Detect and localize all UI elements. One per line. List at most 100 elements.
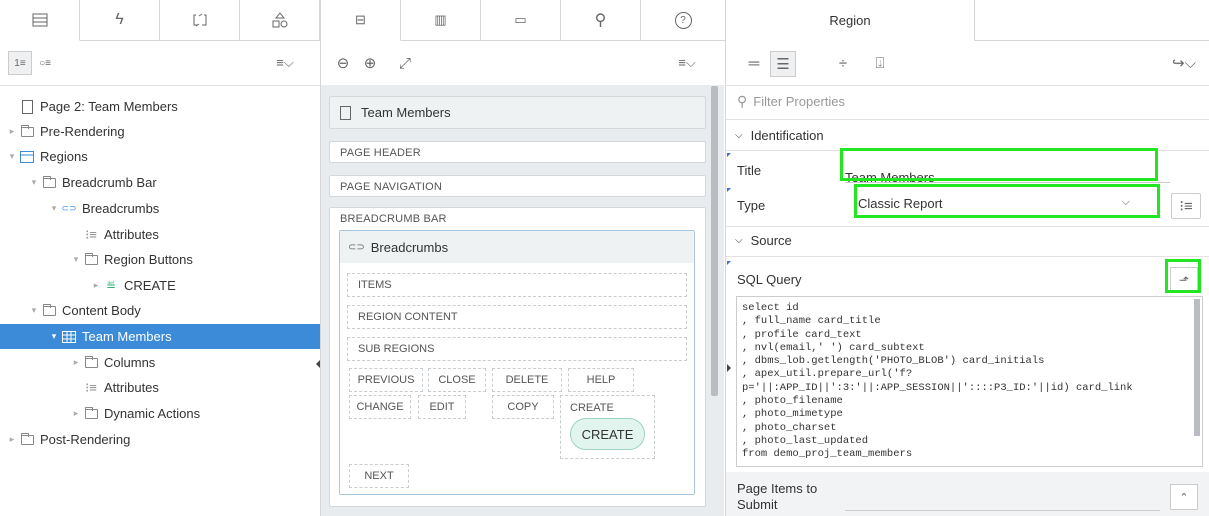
tree-view-button[interactable]: 1≡ [8, 51, 32, 75]
collapse-all-icon: ÷ [838, 54, 848, 72]
shared-components-tab[interactable] [240, 0, 320, 41]
caret-down-icon[interactable]: ▾ [48, 331, 60, 342]
help-position[interactable]: HELP [568, 368, 634, 392]
dynamic-actions-tab[interactable]: ϟ [80, 0, 160, 41]
sql-query-editor[interactable]: select id, full_name card_title, profile… [736, 296, 1203, 467]
code-editor-highlight [1165, 259, 1201, 293]
caret-right-icon[interactable]: ▸ [6, 434, 18, 445]
sql-scrollbar[interactable] [1194, 299, 1200, 436]
rendering-icon [32, 13, 47, 27]
processing-tab[interactable] [160, 0, 240, 41]
sql-line: , full_name card_title [742, 315, 881, 328]
caret-down-icon[interactable]: ▾ [48, 203, 60, 214]
center-menu-button[interactable]: ≡⌵ [670, 53, 704, 73]
collapse-all-button[interactable]: ÷ [833, 53, 853, 73]
caret-down-icon[interactable]: ▾ [28, 177, 40, 188]
change-position[interactable]: CHANGE [349, 395, 411, 419]
caret-down-icon[interactable]: ▾ [6, 151, 18, 162]
component-view-button[interactable]: ○≡ [34, 52, 56, 74]
zoom-in-button[interactable]: ⊕ [360, 53, 380, 73]
sql-line: , dbms_lob.getlength('PHOTO_BLOB') card_… [742, 355, 1045, 368]
create-position[interactable]: CREATE CREATE [560, 395, 655, 459]
tree-pre-rendering[interactable]: ▸ Pre-Rendering [0, 119, 320, 144]
page-title-region[interactable]: Team Members [329, 96, 706, 129]
collapse-left-handle[interactable] [316, 360, 320, 368]
region-tab[interactable]: Region [726, 0, 975, 41]
sql-line: , nvl(email,' ') card_subtext [742, 341, 925, 354]
grid-layout-icon: ⊟ [355, 12, 366, 27]
caret-right-icon[interactable]: ▸ [70, 357, 82, 368]
close-label: CLOSE [438, 374, 476, 386]
show-all-button[interactable]: ☰ [770, 51, 796, 77]
tree-label: CREATE [124, 278, 176, 293]
title-highlight [840, 148, 1158, 181]
copy-position[interactable]: COPY [492, 395, 554, 419]
previous-position[interactable]: PREVIOUS [349, 368, 423, 392]
caret-right-icon[interactable]: ▸ [70, 408, 82, 419]
filter-placeholder: Filter Properties [753, 94, 846, 109]
sub-regions-position[interactable]: SUB REGIONS [347, 337, 687, 361]
expand-all-button[interactable]: ⍗ [870, 53, 890, 73]
caret-down-icon[interactable]: ▾ [70, 254, 82, 265]
sub-regions-label: SUB REGIONS [358, 343, 435, 355]
breadcrumb-icon: ⊂⊃ [348, 241, 365, 253]
go-to-group-button[interactable]: ↪⌵ [1168, 53, 1200, 73]
tree-team-members[interactable]: ▾ Team Members [0, 324, 320, 349]
tree-regions[interactable]: ▾ Regions [0, 144, 320, 169]
component-gallery-tab[interactable]: ▥ [401, 0, 481, 41]
tree-label: Columns [104, 355, 156, 370]
tree-create-button[interactable]: ▸ ≝ CREATE [0, 273, 320, 298]
tree-breadcrumbs[interactable]: ▾ ⊂⊃ Breadcrumbs [0, 196, 320, 221]
folder-open-icon [40, 303, 58, 316]
zoom-out-button[interactable]: ⊖ [333, 53, 353, 73]
collapse-right-handle[interactable] [727, 364, 731, 372]
page-items-label-1: Page Items to [737, 481, 818, 496]
next-position[interactable]: NEXT [349, 464, 409, 488]
go-to-group-icon: ↪⌵ [1172, 55, 1196, 72]
tree-breadcrumb-bar[interactable]: ▾ Breadcrumb Bar [0, 170, 320, 195]
expand-all-icon: ⍗ [875, 54, 885, 72]
show-common-button[interactable]: ═ [744, 53, 764, 73]
help-tab[interactable]: ? [641, 0, 726, 41]
source-group-header[interactable]: ⌵ Source [735, 233, 792, 248]
layout-scrollbar[interactable] [711, 86, 718, 396]
type-list-button[interactable]: ⁝≡ [1171, 193, 1201, 219]
copy-label: COPY [507, 401, 539, 413]
edit-position[interactable]: EDIT [418, 395, 466, 419]
tree-post-rendering[interactable]: ▸ Post-Rendering [0, 427, 320, 452]
items-position[interactable]: ITEMS [347, 273, 687, 297]
left-menu-button[interactable]: ≡⌵ [268, 52, 302, 74]
page-header-position[interactable]: PAGE HEADER [329, 141, 706, 163]
page-items-input[interactable] [845, 510, 1160, 511]
close-position[interactable]: CLOSE [428, 368, 486, 392]
filter-properties-input[interactable]: ⚲ Filter Properties [737, 93, 845, 110]
rendering-tab[interactable] [0, 0, 80, 41]
page-items-picker-button[interactable]: ⌃ [1170, 484, 1198, 510]
source-label: Source [750, 233, 792, 248]
caret-down-icon[interactable]: ▾ [28, 305, 40, 316]
tree-breadcrumbs-attributes[interactable]: ⁝≡ Attributes [0, 222, 320, 247]
attributes-icon: ⁝≡ [85, 226, 97, 242]
messages-tab[interactable]: ▭ [481, 0, 561, 41]
identification-group-header[interactable]: ⌵ Identification [735, 128, 824, 143]
caret-right-icon[interactable]: ▸ [90, 280, 102, 291]
expand-button[interactable]: ⤢ [395, 53, 415, 73]
tree-page[interactable]: Page 2: Team Members [0, 94, 320, 119]
shared-components-icon [272, 12, 287, 28]
search-tab[interactable]: ⚲ [561, 0, 641, 41]
page-navigation-position[interactable]: PAGE NAVIGATION [329, 175, 706, 197]
tree-content-body[interactable]: ▾ Content Body [0, 298, 320, 323]
sql-line: , profile card_text [742, 328, 862, 341]
tree-dynamic-actions[interactable]: ▸ Dynamic Actions [0, 401, 320, 426]
delete-position[interactable]: DELETE [492, 368, 562, 392]
layout-tab[interactable]: ⊟ [321, 0, 401, 41]
breadcrumb-icon: ⊂⊃ [61, 203, 77, 213]
create-position-label: CREATE [570, 402, 614, 414]
create-button[interactable]: CREATE [570, 418, 645, 450]
tree-region-buttons[interactable]: ▾ Region Buttons [0, 247, 320, 272]
caret-right-icon[interactable]: ▸ [6, 126, 18, 137]
tree-team-members-attributes[interactable]: ⁝≡ Attributes [0, 375, 320, 400]
page-icon [340, 105, 351, 120]
tree-columns[interactable]: ▸ Columns [0, 350, 320, 375]
region-content-position[interactable]: REGION CONTENT [347, 305, 687, 329]
